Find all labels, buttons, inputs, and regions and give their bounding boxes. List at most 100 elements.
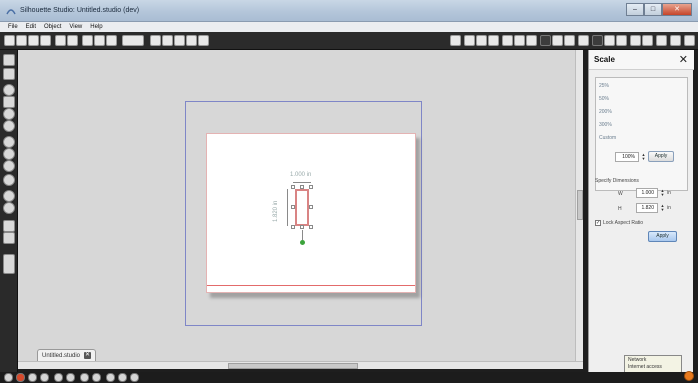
resize-handle[interactable] <box>291 205 295 209</box>
replicate-icon[interactable] <box>552 35 563 46</box>
text-icon[interactable] <box>3 190 15 202</box>
document-tab[interactable]: Untitled.studio ✕ <box>37 349 97 361</box>
design-page[interactable]: 1.000 in 1.820 in <box>206 133 416 293</box>
horizontal-scroll-thumb[interactable] <box>228 363 358 369</box>
apply-dimensions-button[interactable]: Apply <box>648 231 677 242</box>
paste-icon[interactable] <box>94 35 105 46</box>
resize-handle[interactable] <box>309 185 313 189</box>
point-edit-tool-icon[interactable] <box>3 68 15 80</box>
knife-icon[interactable] <box>3 220 15 232</box>
flip-icon[interactable] <box>130 373 139 382</box>
list-view-icon[interactable] <box>684 35 695 46</box>
line-style-icon[interactable] <box>514 35 525 46</box>
transform-icon[interactable] <box>564 35 575 46</box>
print-icon[interactable] <box>55 35 66 46</box>
point-edit-icon[interactable] <box>578 35 589 46</box>
height-input[interactable]: 1.820 <box>636 203 658 213</box>
delete-icon[interactable] <box>106 35 117 46</box>
minimize-button[interactable]: – <box>626 3 644 16</box>
library-icon[interactable] <box>450 35 461 46</box>
height-stepper-icon[interactable]: ▲ ▼ <box>660 204 665 212</box>
menu-help[interactable]: Help <box>90 24 102 30</box>
weld-icon[interactable] <box>106 373 115 382</box>
save-as-icon[interactable] <box>40 35 51 46</box>
rotation-handle[interactable] <box>300 240 305 245</box>
ungroup-icon[interactable] <box>16 373 25 382</box>
custom-scale-input[interactable]: 100% <box>615 151 639 162</box>
new-icon[interactable] <box>4 35 15 46</box>
maximize-button[interactable]: □ <box>644 3 662 16</box>
width-stepper-icon[interactable]: ▲ ▼ <box>660 189 665 197</box>
library-panel-icon[interactable] <box>3 254 15 274</box>
preset-custom[interactable]: Custom <box>599 135 616 141</box>
grid-icon[interactable] <box>476 35 487 46</box>
eraser-icon[interactable] <box>3 202 15 214</box>
bring-front-icon[interactable] <box>54 373 63 382</box>
resize-handle[interactable] <box>300 185 304 189</box>
cut-icon[interactable] <box>67 35 78 46</box>
fit-page-icon[interactable] <box>198 35 209 46</box>
line-icon[interactable] <box>3 84 15 96</box>
vertical-scroll-thumb[interactable] <box>577 190 583 220</box>
send-to-cutter-icon[interactable] <box>630 35 641 46</box>
page-setup-icon[interactable] <box>488 35 499 46</box>
select-icon[interactable] <box>3 54 15 66</box>
rectangle-icon[interactable] <box>3 96 15 108</box>
panel-close-icon[interactable]: ✕ <box>679 53 688 66</box>
ellipse-icon[interactable] <box>3 120 15 132</box>
horizontal-scrollbar[interactable] <box>18 361 583 369</box>
group-icon[interactable] <box>4 373 13 382</box>
trace-icon[interactable] <box>604 35 615 46</box>
fill-pattern-icon[interactable] <box>616 35 627 46</box>
delete-object-icon[interactable] <box>40 373 49 382</box>
freehand-icon[interactable] <box>3 160 15 172</box>
release-compound-icon[interactable] <box>92 373 101 382</box>
menu-view[interactable]: View <box>69 24 82 30</box>
custom-scale-stepper-icon[interactable]: ▲ ▼ <box>641 152 646 161</box>
fill-tool-icon[interactable] <box>3 232 15 244</box>
preset-300[interactable]: 300% <box>599 122 612 128</box>
rounded-rect-icon[interactable] <box>3 108 15 120</box>
apply-custom-button[interactable]: Apply <box>648 151 674 162</box>
preset-25[interactable]: 25% <box>599 83 609 89</box>
settings-icon[interactable] <box>670 35 681 46</box>
lock-aspect-checkbox[interactable]: ✓ <box>595 220 601 226</box>
save-icon[interactable] <box>28 35 39 46</box>
undo-redo-icon[interactable] <box>122 35 144 46</box>
preset-200[interactable]: 200% <box>599 109 612 115</box>
menu-object[interactable]: Object <box>44 24 61 30</box>
preset-50[interactable]: 50% <box>599 96 609 102</box>
duplicate-icon[interactable] <box>28 373 37 382</box>
arc-icon[interactable] <box>3 174 15 186</box>
knife-tool-icon[interactable] <box>656 35 667 46</box>
send-back-icon[interactable] <box>66 373 75 382</box>
text-style-icon[interactable] <box>540 35 551 46</box>
pointer-icon[interactable] <box>150 35 161 46</box>
pan-icon[interactable] <box>186 35 197 46</box>
copy-icon[interactable] <box>82 35 93 46</box>
resize-handle[interactable] <box>309 225 313 229</box>
width-input[interactable]: 1.000 <box>636 188 658 198</box>
menu-file[interactable]: File <box>8 24 18 30</box>
zoom-in-icon[interactable] <box>162 35 173 46</box>
curve-icon[interactable] <box>3 148 15 160</box>
open-icon[interactable] <box>16 35 27 46</box>
design-canvas[interactable]: 1.000 in 1.820 in <box>18 50 583 361</box>
polygon-icon[interactable] <box>3 136 15 148</box>
system-tray-icon[interactable] <box>684 371 694 381</box>
resize-handle[interactable] <box>309 205 313 209</box>
close-tab-icon[interactable]: ✕ <box>84 352 92 359</box>
resize-handle[interactable] <box>300 225 304 229</box>
cut-settings-icon[interactable] <box>502 35 513 46</box>
menu-edit[interactable]: Edit <box>26 24 36 30</box>
store-icon[interactable] <box>464 35 475 46</box>
fill-color-icon[interactable] <box>526 35 537 46</box>
offset-icon[interactable] <box>592 35 603 46</box>
resize-handle[interactable] <box>291 185 295 189</box>
make-compound-icon[interactable] <box>80 373 89 382</box>
resize-handle[interactable] <box>291 225 295 229</box>
align-icon[interactable] <box>118 373 127 382</box>
zoom-out-icon[interactable] <box>174 35 185 46</box>
vertical-scrollbar[interactable] <box>575 50 583 361</box>
close-window-button[interactable]: ✕ <box>662 3 692 16</box>
